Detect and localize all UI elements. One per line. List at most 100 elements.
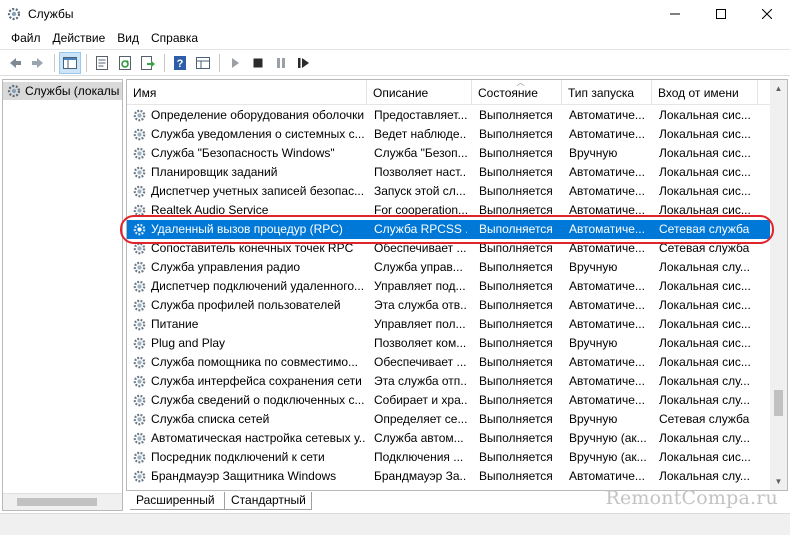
service-name: Служба уведомления о системных с... bbox=[151, 127, 365, 141]
service-logon-as: Локальная слу... bbox=[659, 431, 750, 445]
service-status: Выполняется bbox=[479, 260, 553, 274]
column-header-name[interactable]: Имя bbox=[127, 80, 367, 105]
pause-service-button[interactable] bbox=[270, 52, 292, 74]
stop-service-icon bbox=[253, 58, 263, 67]
table-row[interactable]: Планировщик заданий Позволяет наст... Выпо… bbox=[127, 163, 771, 182]
service-logon-as: Локальная сис... bbox=[659, 184, 751, 198]
table-row[interactable]: Служба уведомления о системных с... Ведет… bbox=[127, 125, 771, 144]
menu-help[interactable]: Справка bbox=[145, 28, 204, 48]
service-name: Служба помощника по совместимо... bbox=[151, 355, 358, 369]
service-status: Выполняется bbox=[479, 298, 553, 312]
menu-view[interactable]: Вид bbox=[111, 28, 145, 48]
service-description: Обеспечивает ... bbox=[374, 241, 467, 255]
table-row[interactable]: Служба "Безопасность Windows" Служба "Без… bbox=[127, 144, 771, 163]
column-header-logon-as[interactable]: Вход от имени bbox=[652, 80, 758, 105]
table-row[interactable]: Сопоставитель конечных точек RPC Обеспечи… bbox=[127, 239, 771, 258]
column-header-description[interactable]: Описание bbox=[367, 80, 472, 105]
table-row[interactable]: Питание Управляет пол... Выполняется Автома… bbox=[127, 315, 771, 334]
service-startup-type: Вручную bbox=[569, 336, 618, 350]
table-row[interactable]: Автоматическая настройка сетевых у... Слу… bbox=[127, 429, 771, 448]
scrollbar-thumb[interactable] bbox=[17, 498, 97, 506]
table-row-selected[interactable]: Удаленный вызов процедур (RPC) Служба RPC… bbox=[127, 220, 771, 239]
menu-action[interactable]: Действие bbox=[47, 28, 112, 48]
back-button[interactable] bbox=[4, 52, 26, 74]
toolbar-separator bbox=[86, 53, 87, 72]
table-row[interactable]: Служба списка сетей Определяет се... Выпол… bbox=[127, 410, 771, 429]
service-description: Служба "Безоп... bbox=[374, 146, 467, 160]
service-description: Запуск этой сл... bbox=[374, 184, 466, 198]
service-gear-icon bbox=[133, 261, 146, 274]
minimize-button[interactable] bbox=[652, 0, 698, 28]
service-status: Выполняется bbox=[479, 184, 553, 198]
table-row[interactable]: Служба управления радио Служба управ... Вы… bbox=[127, 258, 771, 277]
table-row[interactable]: Диспетчер подключений удаленного... Управ… bbox=[127, 277, 771, 296]
service-logon-as: Сетевая служба bbox=[659, 241, 750, 255]
service-name: Служба сведений о подключенных с... bbox=[151, 393, 365, 407]
service-startup-type: Автоматиче... bbox=[569, 317, 645, 331]
services-vertical-scrollbar[interactable]: ▲ ▼ bbox=[770, 80, 787, 490]
scroll-up-icon[interactable]: ▲ bbox=[770, 80, 787, 97]
help-button[interactable]: ? bbox=[169, 52, 191, 74]
restart-service-icon bbox=[298, 57, 309, 68]
tab-extended[interactable]: Расширенный bbox=[130, 492, 224, 510]
services-list-pane: Имя Описание ︿ Состояние Тип запуска Вход… bbox=[126, 79, 788, 491]
tab-standard[interactable]: Стандартный bbox=[224, 492, 312, 510]
sort-ascending-icon: ︿ bbox=[516, 79, 525, 87]
service-logon-as: Локальная сис... bbox=[659, 279, 751, 293]
service-status: Выполняется bbox=[479, 355, 553, 369]
table-row[interactable]: Определение оборудования оболочки Предост… bbox=[127, 106, 771, 125]
status-bar bbox=[0, 513, 790, 535]
start-service-button[interactable] bbox=[224, 52, 246, 74]
close-button[interactable] bbox=[744, 0, 790, 28]
view-button[interactable] bbox=[192, 52, 214, 74]
export-icon bbox=[141, 55, 155, 70]
table-row[interactable]: Служба интерфейса сохранения сети Эта слу… bbox=[127, 372, 771, 391]
tree-item-services-local[interactable]: Службы (локалы bbox=[3, 82, 122, 100]
service-logon-as: Локальная сис... bbox=[659, 203, 751, 217]
service-name: Realtek Audio Service bbox=[151, 203, 269, 217]
service-logon-as: Локальная сис... bbox=[659, 450, 751, 464]
service-gear-icon bbox=[133, 356, 146, 369]
stop-service-button[interactable] bbox=[247, 52, 269, 74]
service-logon-as: Локальная сис... bbox=[659, 108, 751, 122]
title-bar: Службы bbox=[0, 0, 790, 28]
table-row[interactable]: Plug and Play Позволяет ком... Выполняется… bbox=[127, 334, 771, 353]
table-row[interactable]: Диспетчер учетных записей безопас... Запу… bbox=[127, 182, 771, 201]
restart-service-button[interactable] bbox=[293, 52, 315, 74]
show-tree-button[interactable] bbox=[59, 51, 81, 74]
service-startup-type: Автоматиче... bbox=[569, 279, 645, 293]
table-row[interactable]: Посредник подключений к сети Подключения … bbox=[127, 448, 771, 467]
service-logon-as: Локальная сис... bbox=[659, 146, 751, 160]
column-header-status[interactable]: ︿ Состояние bbox=[472, 80, 562, 105]
service-name: Брандмауэр Защитника Windows bbox=[151, 469, 337, 483]
table-row[interactable]: Realtek Audio Service For cooperation... В… bbox=[127, 201, 771, 220]
maximize-button[interactable] bbox=[698, 0, 744, 28]
forward-button[interactable] bbox=[27, 52, 49, 74]
service-startup-type: Вручную bbox=[569, 412, 618, 426]
table-row[interactable]: Брандмауэр Защитника Windows Брандмауэр З… bbox=[127, 467, 771, 486]
service-gear-icon bbox=[133, 299, 146, 312]
scrollbar-thumb[interactable] bbox=[774, 390, 783, 416]
table-row[interactable]: Служба помощника по совместимо... Обеспеч… bbox=[127, 353, 771, 372]
column-header-startup-type[interactable]: Тип запуска bbox=[562, 80, 652, 105]
service-logon-as: Локальная слу... bbox=[659, 374, 750, 388]
menu-file[interactable]: Файл bbox=[5, 28, 47, 48]
services-gear-icon bbox=[7, 84, 21, 98]
service-description: Собирает и хра... bbox=[374, 393, 467, 407]
service-logon-as: Локальная сис... bbox=[659, 127, 751, 141]
tree-horizontal-scrollbar[interactable] bbox=[3, 493, 122, 510]
service-status: Выполняется bbox=[479, 374, 553, 388]
service-description: Позволяет наст... bbox=[374, 165, 467, 179]
properties-button[interactable] bbox=[91, 52, 113, 74]
service-startup-type: Автоматиче... bbox=[569, 393, 645, 407]
table-row[interactable]: Служба сведений о подключенных с... Собир… bbox=[127, 391, 771, 410]
service-description: Подключения ... bbox=[374, 450, 464, 464]
table-row[interactable]: Служба профилей пользователей Эта служба … bbox=[127, 296, 771, 315]
toolbar: ? bbox=[0, 49, 790, 76]
service-name: Автоматическая настройка сетевых у... bbox=[151, 431, 365, 445]
export-button[interactable] bbox=[137, 52, 159, 74]
refresh-button[interactable] bbox=[114, 52, 136, 74]
service-logon-as: Сетевая служба bbox=[659, 222, 750, 236]
service-status: Выполняется bbox=[479, 393, 553, 407]
service-status: Выполняется bbox=[479, 412, 553, 426]
